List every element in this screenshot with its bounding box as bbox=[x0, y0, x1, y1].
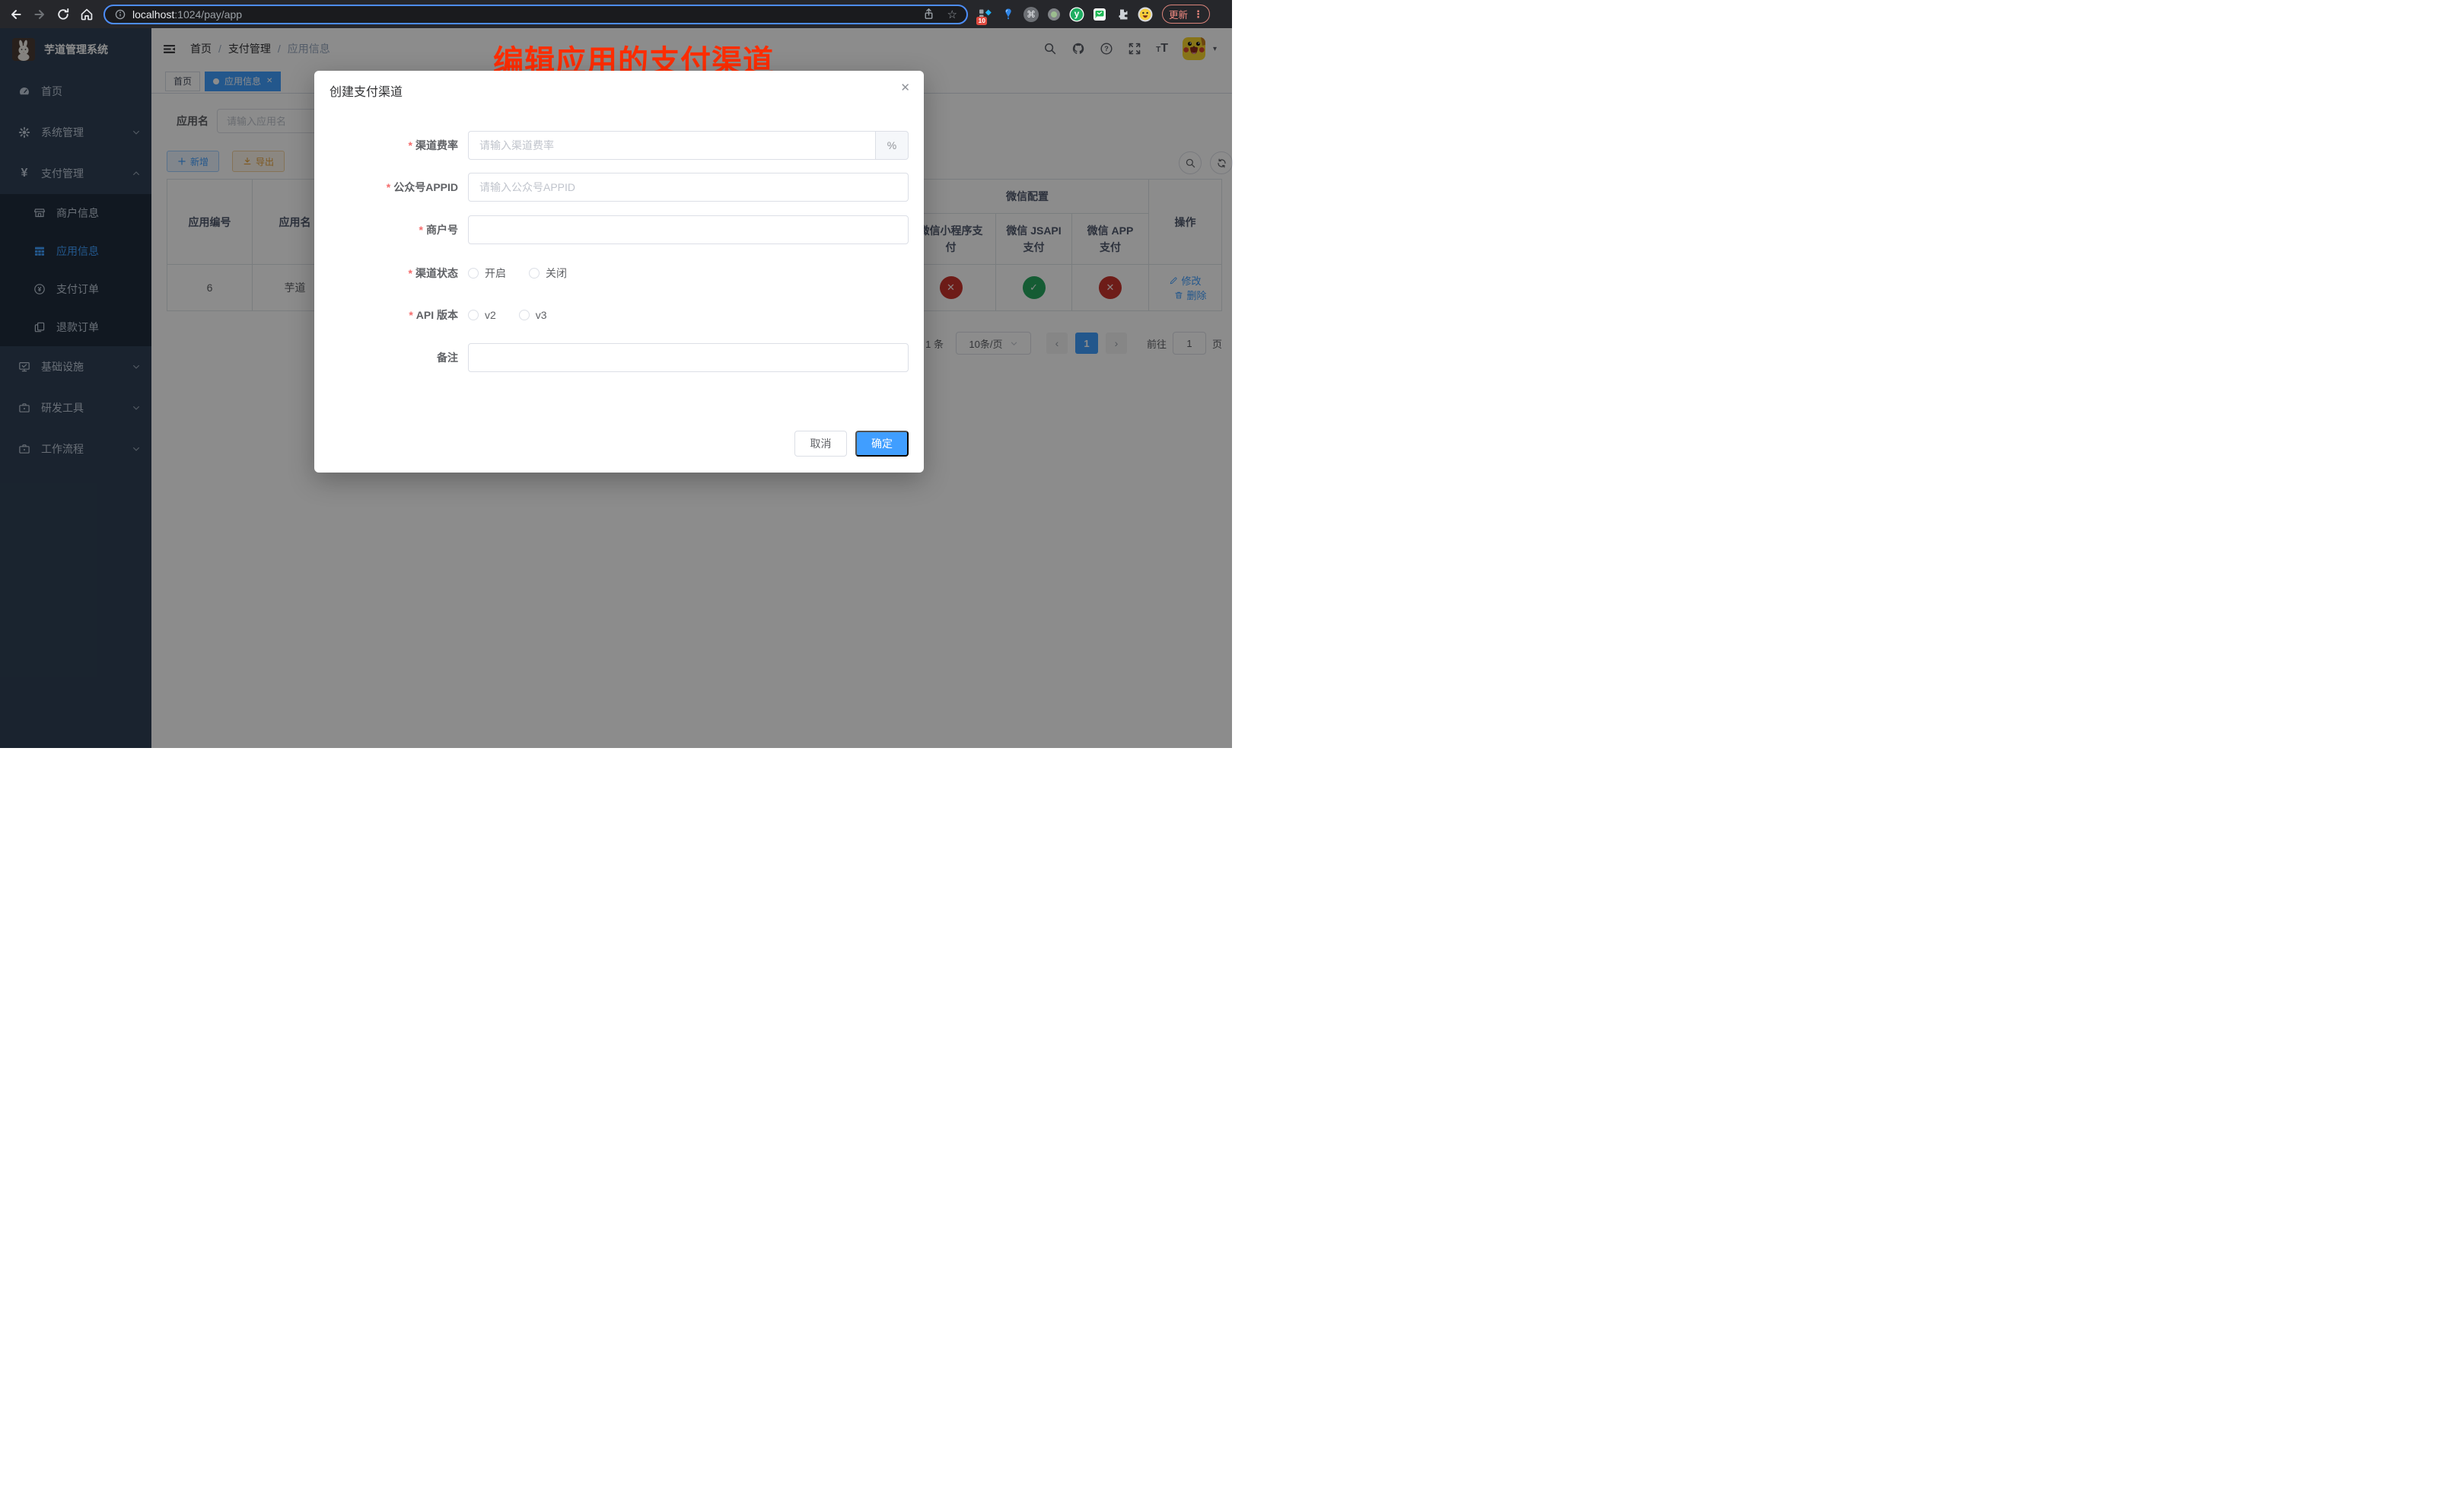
home-icon[interactable] bbox=[79, 7, 94, 22]
form-row-appid: *公众号APPID bbox=[329, 173, 909, 202]
form-row-merchant-id: *商户号 bbox=[329, 215, 909, 244]
radio-circle-icon bbox=[468, 310, 479, 320]
form-row-channel-rate: *渠道费率 % bbox=[329, 131, 909, 160]
label-text: 渠道状态 bbox=[415, 267, 458, 279]
forward-icon[interactable] bbox=[32, 7, 47, 22]
api-version-label: * API 版本 bbox=[329, 301, 458, 329]
dialog-footer: 取消 确定 bbox=[794, 431, 909, 457]
share-icon[interactable] bbox=[922, 8, 935, 21]
browser-chrome: localhost:1024/pay/app ☆ 10 ⌘ y bbox=[0, 0, 1232, 28]
radio-status-open[interactable]: 开启 bbox=[468, 266, 506, 281]
radio-label: 关闭 bbox=[546, 266, 567, 281]
recorder-extension-icon[interactable] bbox=[1046, 7, 1062, 22]
balloon-extension-icon[interactable] bbox=[1001, 7, 1016, 22]
dialog-title: 创建支付渠道 bbox=[329, 81, 403, 100]
create-payment-channel-dialog: 创建支付渠道 ✕ *渠道费率 % *公众号APPID *商户号 *渠道状态 开启… bbox=[314, 71, 924, 473]
channel-status-label: *渠道状态 bbox=[329, 259, 458, 288]
merchant-id-input[interactable] bbox=[468, 215, 909, 244]
extensions-puzzle-icon[interactable] bbox=[1115, 7, 1130, 22]
channel-rate-label: *渠道费率 bbox=[329, 131, 458, 160]
cancel-button[interactable]: 取消 bbox=[794, 431, 847, 457]
shortcut-extension-icon[interactable]: ⌘ bbox=[1023, 7, 1039, 22]
label-text: 商户号 bbox=[426, 224, 458, 236]
radio-label: v2 bbox=[485, 309, 496, 321]
required-asterisk: * bbox=[409, 139, 412, 151]
remark-input[interactable] bbox=[468, 343, 909, 372]
radio-api-v3[interactable]: v3 bbox=[519, 309, 547, 321]
form-row-api-version: * API 版本 v2 v3 bbox=[329, 301, 909, 329]
tab-manager-extension-icon[interactable]: 10 bbox=[978, 7, 993, 22]
label-text: 公众号APPID bbox=[393, 181, 458, 193]
dialog-close-icon[interactable]: ✕ bbox=[900, 81, 910, 94]
label-text: 渠道费率 bbox=[415, 139, 458, 151]
appid-input[interactable] bbox=[468, 173, 909, 202]
radio-circle-icon bbox=[468, 268, 479, 279]
required-asterisk: * bbox=[409, 267, 412, 279]
remark-label: 备注 bbox=[329, 343, 458, 372]
command-glyph: ⌘ bbox=[1027, 9, 1036, 20]
browser-menu-icon[interactable]: ⋮ bbox=[1193, 8, 1203, 21]
url-path: :1024/pay/app bbox=[174, 8, 242, 21]
extension-row: 10 ⌘ y bbox=[978, 7, 1153, 22]
form-row-remark: 备注 bbox=[329, 343, 909, 372]
url-bar[interactable]: localhost:1024/pay/app ☆ bbox=[103, 5, 968, 24]
merchant-id-label: *商户号 bbox=[329, 215, 458, 244]
back-icon[interactable] bbox=[8, 7, 24, 22]
update-label: 更新 bbox=[1169, 7, 1188, 21]
required-asterisk: * bbox=[409, 309, 412, 321]
radio-api-v2[interactable]: v2 bbox=[468, 309, 496, 321]
radio-status-closed[interactable]: 关闭 bbox=[529, 266, 567, 281]
appid-label: *公众号APPID bbox=[329, 173, 458, 202]
y-glyph: y bbox=[1069, 8, 1084, 19]
form-row-channel-status: *渠道状态 开启 关闭 bbox=[329, 259, 909, 288]
confirm-button[interactable]: 确定 bbox=[855, 431, 909, 457]
required-asterisk: * bbox=[419, 224, 423, 236]
radio-circle-icon bbox=[519, 310, 530, 320]
radio-circle-icon bbox=[529, 268, 540, 279]
channel-rate-input[interactable] bbox=[468, 131, 875, 160]
site-info-icon[interactable] bbox=[114, 8, 126, 21]
required-asterisk: * bbox=[387, 181, 390, 193]
radio-label: 开启 bbox=[485, 266, 506, 281]
extension-badge: 10 bbox=[976, 17, 987, 25]
url-host: localhost bbox=[132, 8, 174, 21]
browser-update-button[interactable]: 更新 ⋮ bbox=[1162, 5, 1210, 24]
y-extension-icon[interactable]: y bbox=[1069, 7, 1084, 22]
chat-extension-icon[interactable] bbox=[1092, 7, 1107, 22]
percent-suffix: % bbox=[875, 131, 909, 160]
radio-label: v3 bbox=[536, 309, 547, 321]
label-text: 备注 bbox=[437, 352, 458, 364]
bookmark-star-icon[interactable]: ☆ bbox=[947, 8, 957, 21]
profile-emoji-icon[interactable] bbox=[1138, 7, 1153, 22]
label-text: API 版本 bbox=[416, 309, 458, 321]
reload-icon[interactable] bbox=[56, 7, 71, 22]
